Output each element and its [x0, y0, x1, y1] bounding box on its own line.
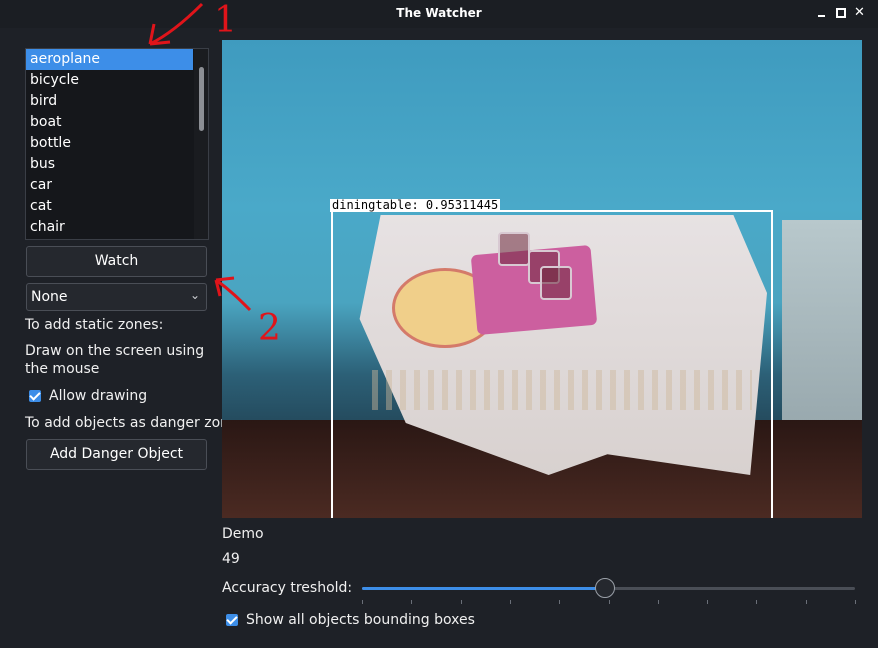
accuracy-slider-fill: [362, 587, 604, 590]
accuracy-slider-handle[interactable]: [594, 578, 615, 598]
zone-dropdown-value: None: [31, 289, 68, 305]
show-all-boxes-label: Show all objects bounding boxes: [246, 612, 475, 628]
list-scrollbar-thumb[interactable]: [199, 67, 204, 131]
object-class-list[interactable]: aeroplane bicycle bird boat bottle bus car cat c…: [25, 48, 209, 240]
slider-tick: [559, 600, 560, 604]
slider-tick: [510, 600, 511, 604]
slider-tick: [855, 600, 856, 604]
class-list-item[interactable]: car: [26, 175, 193, 196]
slider-tick: [707, 600, 708, 604]
detection-bounding-box: [331, 210, 773, 518]
class-list-item[interactable]: cat: [26, 196, 193, 217]
slider-tick: [658, 600, 659, 604]
danger-objects-label: To add objects as danger zones:: [25, 415, 222, 431]
class-list-item[interactable]: bird: [26, 91, 193, 112]
minimize-icon[interactable]: [815, 6, 829, 20]
annotation-number-2: 2: [258, 308, 281, 349]
annotation-arrow-1: [148, 2, 204, 46]
allow-drawing-checkbox[interactable]: [29, 390, 41, 402]
class-list-item[interactable]: bus: [26, 154, 193, 175]
class-list-item[interactable]: aeroplane: [26, 49, 193, 70]
class-list-item[interactable]: bicycle: [26, 70, 193, 91]
class-list-item[interactable]: boat: [26, 112, 193, 133]
add-danger-object-button[interactable]: Add Danger Object: [26, 439, 207, 470]
zone-dropdown[interactable]: None ⌄: [26, 283, 207, 311]
allow-drawing-label: Allow drawing: [49, 388, 148, 404]
accuracy-threshold-label: Accuracy treshold:: [222, 580, 353, 596]
class-list-item[interactable]: bottle: [26, 133, 193, 154]
maximize-icon[interactable]: [834, 6, 848, 20]
close-icon[interactable]: ✕: [854, 6, 868, 20]
show-all-boxes-checkbox[interactable]: [226, 614, 238, 626]
slider-tick: [362, 600, 363, 604]
watch-button[interactable]: Watch: [26, 246, 207, 277]
camera-view[interactable]: diningtable: 0.95311445: [222, 40, 862, 518]
list-scrollbar[interactable]: [194, 49, 208, 239]
video-title: Demo: [222, 526, 264, 542]
chevron-down-icon: ⌄: [189, 288, 200, 302]
slider-tick: [461, 600, 462, 604]
window-title: The Watcher: [396, 6, 482, 20]
draw-hint-label: Draw on the screen using the mouse: [25, 343, 205, 377]
class-list-item[interactable]: chair: [26, 217, 193, 238]
slider-tick: [609, 600, 610, 604]
slider-tick: [806, 600, 807, 604]
threshold-value: 49: [222, 551, 240, 567]
static-zones-label: To add static zones:: [25, 317, 164, 333]
slider-tick: [411, 600, 412, 604]
annotation-arrow-2: [214, 276, 252, 312]
slider-tick: [756, 600, 757, 604]
annotation-number-1: 1: [214, 0, 237, 41]
title-bar: The Watcher ✕: [0, 0, 878, 28]
danger-label-clip: To add objects as danger zones:: [0, 410, 222, 440]
detection-label: diningtable: 0.95311445: [330, 198, 501, 212]
